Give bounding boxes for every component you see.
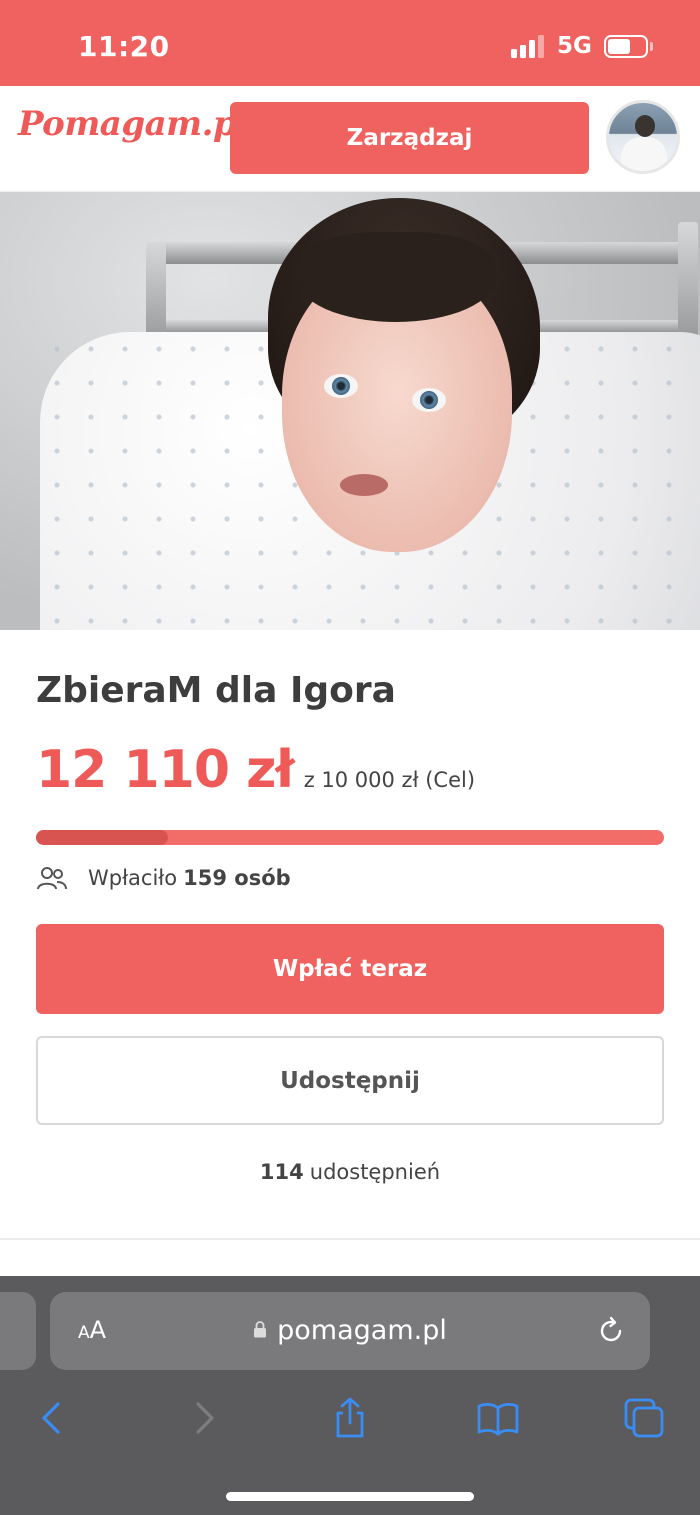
- url-display[interactable]: pomagam.pl: [50, 1315, 650, 1346]
- status-bar: 11:20 5G: [0, 0, 700, 86]
- url-text: pomagam.pl: [277, 1315, 447, 1346]
- book-icon[interactable]: [476, 1396, 520, 1440]
- address-bar[interactable]: AA pomagam.pl: [50, 1292, 650, 1370]
- child-mouth: [340, 474, 388, 496]
- manage-button[interactable]: Zarządzaj: [230, 102, 589, 174]
- campaign-photo: [0, 192, 700, 630]
- amount-row: 12 110 zł z 10 000 zł (Cel): [36, 740, 475, 800]
- shares-label: udostępnień: [309, 1160, 441, 1184]
- site-logo[interactable]: Pomagam.pl: [18, 104, 249, 144]
- browser-nav-row: [0, 1386, 700, 1446]
- donors-count: 159 osób: [183, 866, 291, 890]
- home-indicator[interactable]: [226, 1492, 474, 1501]
- donors-label: Wpłaciło: [88, 866, 178, 890]
- raised-amount: 12 110 zł: [36, 740, 295, 800]
- signal-icon: [511, 34, 547, 58]
- reload-icon[interactable]: [595, 1315, 627, 1347]
- site-header: Pomagam.pl Zarządzaj: [0, 86, 700, 192]
- people-icon: [37, 867, 67, 890]
- lock-icon: [254, 1321, 267, 1338]
- child-fringe: [296, 232, 496, 322]
- share-icon[interactable]: [328, 1396, 372, 1440]
- share-button[interactable]: Udostępnij: [36, 1036, 664, 1125]
- progress-bar: [36, 830, 664, 845]
- avatar[interactable]: [606, 100, 680, 174]
- avatar-head: [635, 115, 655, 137]
- progress-fill: [36, 830, 168, 845]
- child-eye-left: [324, 374, 358, 398]
- section-divider: [0, 1238, 700, 1240]
- goal-amount: z 10 000 zł (Cel): [303, 768, 476, 792]
- chevron-right-icon[interactable]: [182, 1396, 226, 1440]
- campaign-title: ZbieraM dla Igora: [36, 670, 396, 711]
- tabs-icon[interactable]: [622, 1396, 666, 1440]
- status-time: 11:20: [78, 30, 170, 63]
- child-eye-right: [412, 388, 446, 412]
- previous-tab-peek[interactable]: [0, 1292, 36, 1370]
- browser-toolbar: AA pomagam.pl: [0, 1276, 700, 1515]
- pay-now-button[interactable]: Wpłać teraz: [36, 924, 664, 1014]
- battery-tip: [650, 42, 653, 51]
- shares-count: 114: [259, 1160, 304, 1184]
- avatar-body: [621, 137, 667, 171]
- battery-icon: [604, 35, 648, 58]
- chevron-left-icon[interactable]: [30, 1396, 74, 1440]
- network-label: 5G: [557, 33, 592, 59]
- donors-row: Wpłaciło 159 osób: [36, 862, 291, 894]
- shares-row: 114 udostępnień: [0, 1160, 700, 1184]
